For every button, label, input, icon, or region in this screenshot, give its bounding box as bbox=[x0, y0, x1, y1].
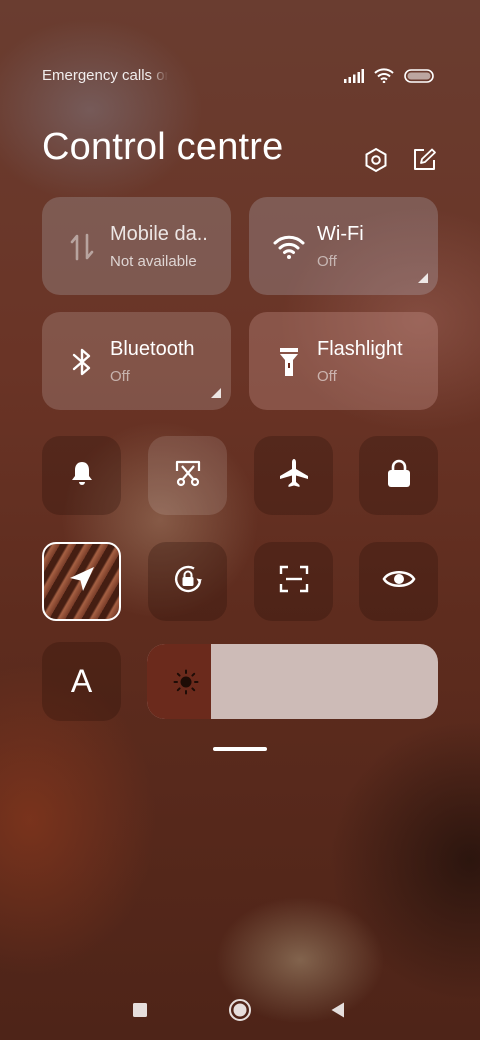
tile-title: Bluetooth bbox=[110, 338, 195, 360]
tile-title: Mobile da.. bbox=[110, 223, 208, 245]
font-size-toggle[interactable]: A bbox=[42, 642, 121, 721]
lock-toggle[interactable] bbox=[359, 436, 438, 515]
tile-status: Off bbox=[317, 253, 337, 270]
lock-icon bbox=[385, 457, 413, 494]
sun-icon bbox=[173, 669, 199, 695]
screenshot-toggle[interactable] bbox=[148, 436, 227, 515]
expand-corner-icon[interactable] bbox=[211, 388, 221, 398]
flashlight-tile[interactable]: Flashlight Off bbox=[249, 312, 438, 410]
wifi-icon bbox=[273, 231, 305, 263]
brightness-slider[interactable] bbox=[147, 644, 438, 719]
airplane-icon bbox=[278, 457, 310, 494]
location-icon bbox=[67, 564, 97, 599]
tile-status: Off bbox=[317, 368, 337, 385]
settings-icon[interactable] bbox=[362, 146, 390, 174]
mobile-data-icon bbox=[66, 231, 98, 263]
expand-corner-icon[interactable] bbox=[418, 273, 428, 283]
page-title: Control centre bbox=[42, 126, 284, 168]
home-icon[interactable] bbox=[228, 998, 252, 1022]
tile-status: Not available bbox=[110, 253, 197, 270]
tile-status: Off bbox=[110, 368, 130, 385]
wifi-icon bbox=[374, 68, 394, 88]
airplane-toggle[interactable] bbox=[254, 436, 333, 515]
flashlight-icon bbox=[273, 346, 305, 378]
scan-toggle[interactable] bbox=[254, 542, 333, 621]
drag-handle[interactable] bbox=[213, 747, 267, 751]
edit-icon[interactable] bbox=[410, 146, 438, 174]
rotation-lock-icon bbox=[170, 561, 206, 602]
signal-icon bbox=[344, 68, 364, 88]
font-size-label: A bbox=[70, 663, 93, 699]
carrier-status: Emergency calls only bbox=[42, 67, 168, 84]
back-icon[interactable] bbox=[326, 998, 350, 1022]
eye-icon bbox=[382, 567, 416, 596]
tile-title: Wi-Fi bbox=[317, 223, 364, 245]
navigation-bar bbox=[0, 990, 480, 1030]
bluetooth-tile[interactable]: Bluetooth Off bbox=[42, 312, 231, 410]
eye-toggle[interactable] bbox=[359, 542, 438, 621]
rotation-lock-toggle[interactable] bbox=[148, 542, 227, 621]
bluetooth-icon bbox=[66, 346, 98, 378]
location-toggle[interactable] bbox=[42, 542, 121, 621]
mobile-data-tile[interactable]: Mobile da.. Not available bbox=[42, 197, 231, 295]
wifi-tile[interactable]: Wi-Fi Off bbox=[249, 197, 438, 295]
status-icons bbox=[344, 68, 434, 88]
battery-icon bbox=[404, 68, 434, 88]
bell-icon bbox=[67, 458, 97, 493]
recents-icon[interactable] bbox=[128, 998, 152, 1022]
status-bar: Emergency calls only bbox=[0, 64, 480, 90]
tile-title: Flashlight bbox=[317, 338, 403, 360]
scan-icon bbox=[278, 563, 310, 600]
bell-toggle[interactable] bbox=[42, 436, 121, 515]
screenshot-icon bbox=[172, 457, 204, 494]
